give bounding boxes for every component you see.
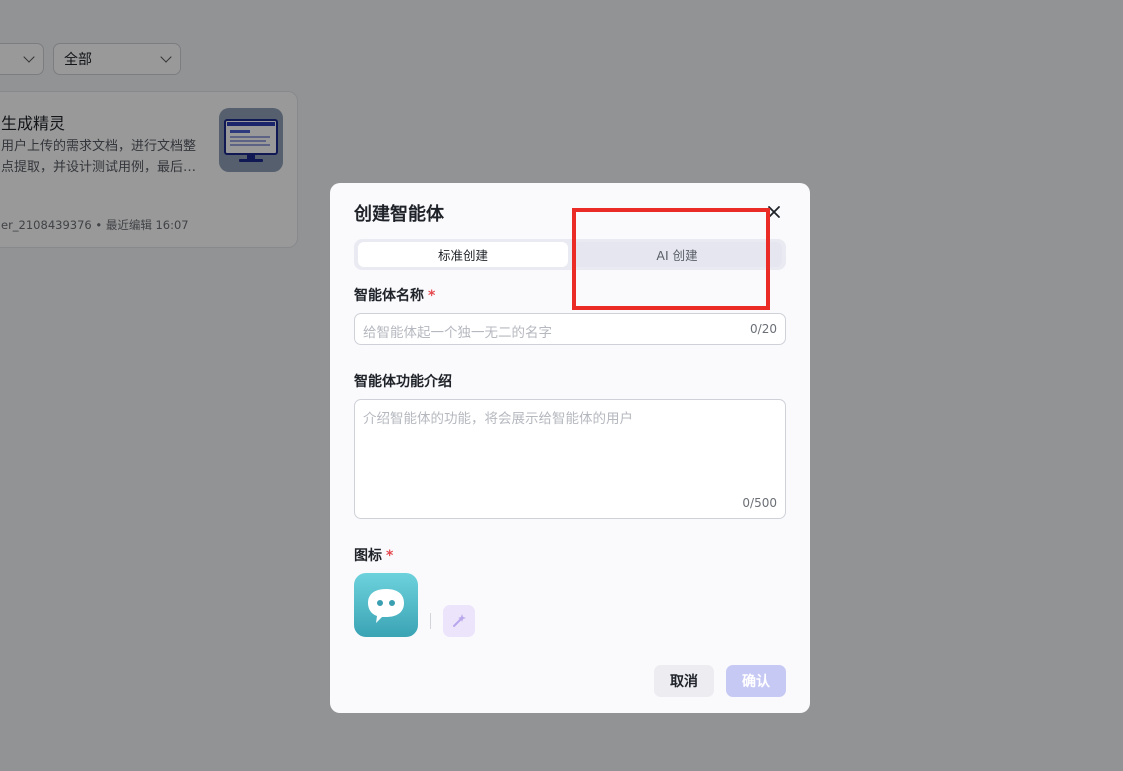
icon-field-label: 图标 * — [354, 548, 394, 564]
cancel-button[interactable]: 取消 — [654, 665, 714, 697]
create-mode-tabs: 标准创建 AI 创建 — [354, 239, 786, 270]
required-mark: * — [428, 288, 436, 304]
modal-title: 创建智能体 — [354, 204, 444, 225]
required-mark: * — [386, 548, 394, 564]
desc-placeholder: 介绍智能体的功能，将会展示给智能体的用户 — [363, 411, 633, 427]
ai-generate-icon-button[interactable] — [443, 605, 475, 637]
divider — [430, 613, 431, 629]
sparkle-icon — [453, 614, 466, 627]
chat-bubble-avatar-icon[interactable] — [354, 573, 418, 637]
name-field-label: 智能体名称 * — [354, 288, 436, 304]
agent-name-input[interactable]: 给智能体起一个独一无二的名字 0/20 — [354, 313, 786, 345]
tab-standard-create[interactable]: 标准创建 — [358, 242, 568, 267]
desc-field-label: 智能体功能介绍 — [354, 374, 452, 390]
tab-ai-create[interactable]: AI 创建 — [572, 242, 782, 267]
name-char-counter: 0/20 — [750, 322, 777, 336]
confirm-button[interactable]: 确认 — [726, 665, 786, 697]
desc-char-counter: 0/500 — [742, 496, 777, 510]
agent-description-textarea[interactable]: 介绍智能体的功能，将会展示给智能体的用户 0/500 — [354, 399, 786, 519]
name-placeholder: 给智能体起一个独一无二的名字 — [363, 325, 552, 341]
close-icon[interactable] — [764, 202, 784, 222]
create-agent-modal: 创建智能体 标准创建 AI 创建 智能体名称 * 给智能体起一个独一无二的名字 0… — [330, 183, 810, 713]
